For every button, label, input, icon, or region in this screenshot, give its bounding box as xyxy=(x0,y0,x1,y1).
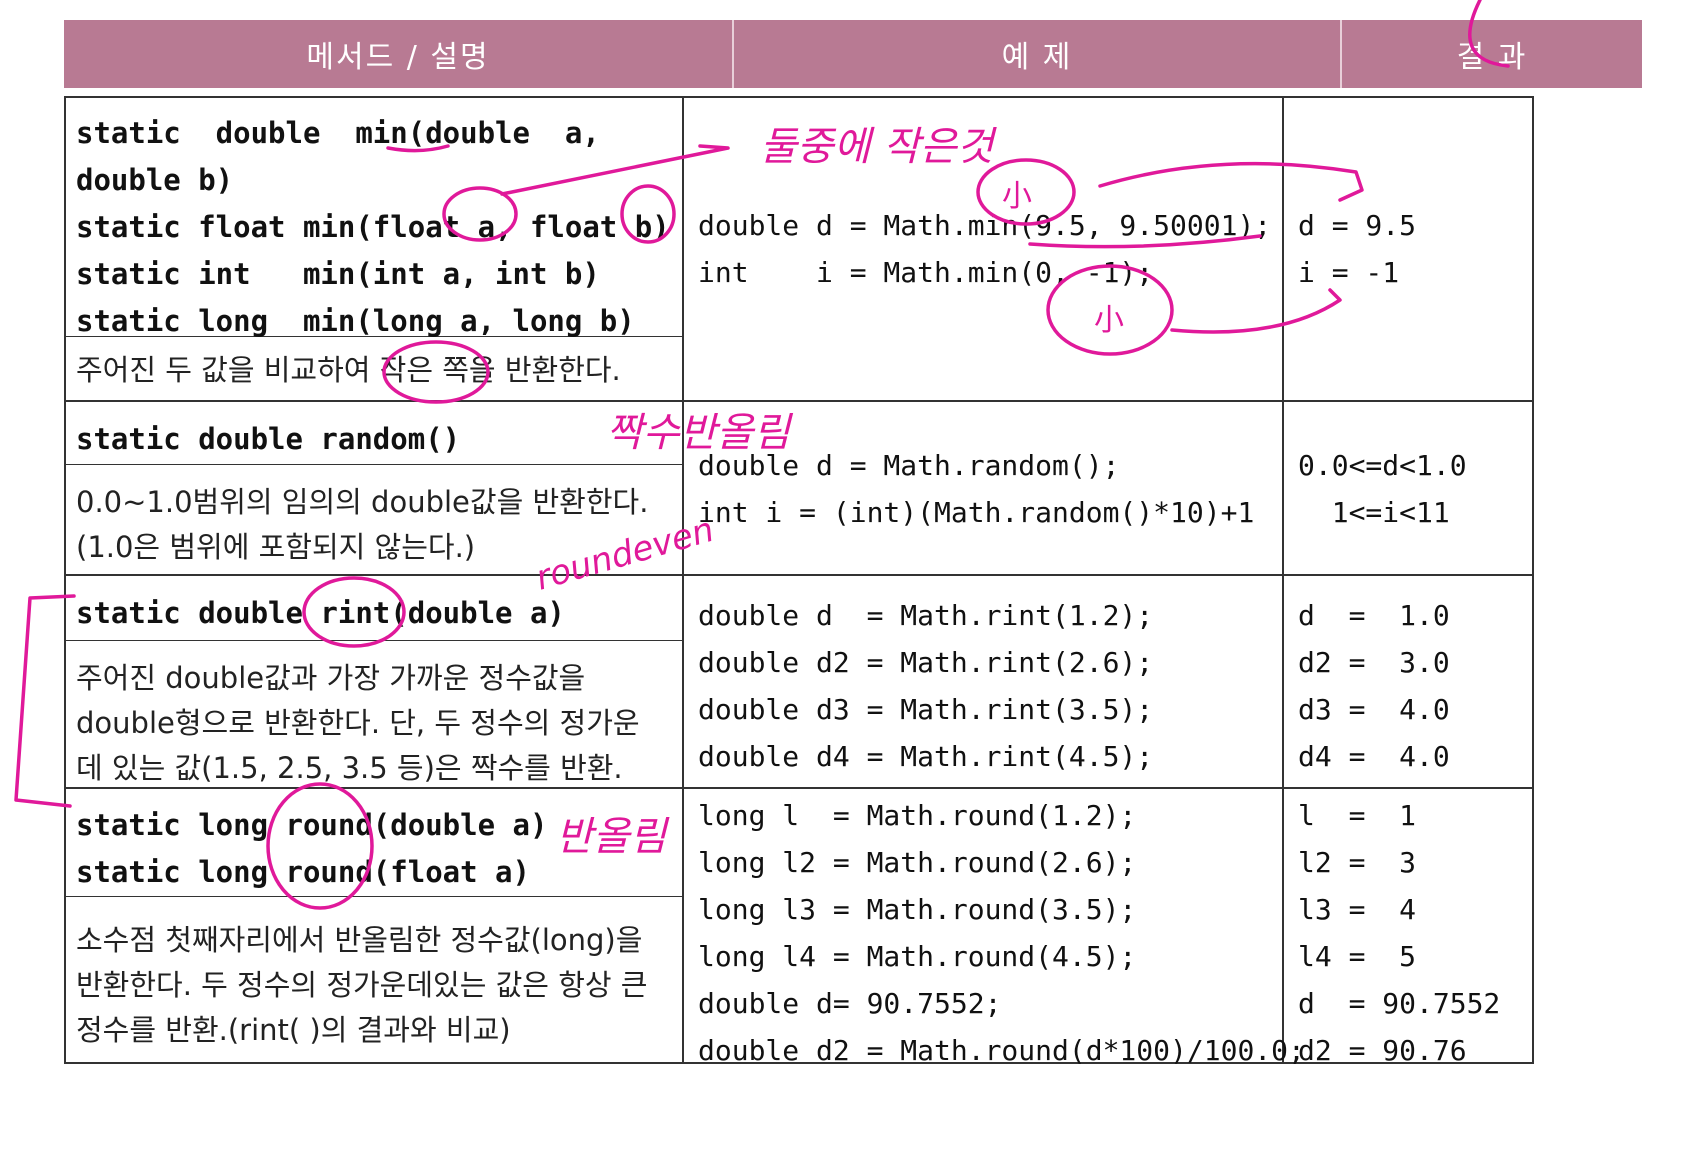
rint-description: 주어진 double값과 가장 가까운 정수값을 double형으로 반환한다.… xyxy=(76,661,640,785)
header-method-description: 메서드 / 설명 xyxy=(64,20,734,88)
round-example: long l = Math.round(1.2); long l2 = Math… xyxy=(698,799,1305,1067)
table-border-right xyxy=(1532,96,1534,1064)
rint-result: d = 1.0 d2 = 3.0 d3 = 4.0 d4 = 4.0 xyxy=(1298,599,1450,773)
sig-desc-separator-3 xyxy=(64,640,684,641)
random-result: 0.0<=d<1.0 1<=i<11 xyxy=(1298,449,1467,529)
sig-desc-separator-4 xyxy=(64,896,684,897)
random-description: 0.0~1.0범위의 임의의 double값을 반환한다. (1.0은 범위에 … xyxy=(76,485,649,564)
round-signature: static long round(double a) static long … xyxy=(76,808,548,889)
random-example: double d = Math.random(); int i = (int)(… xyxy=(698,449,1255,529)
rint-signature: static double rint(double a) xyxy=(76,596,565,630)
rint-example: double d = Math.rint(1.2); double d2 = M… xyxy=(698,599,1154,773)
random-signature: static double random() xyxy=(76,422,461,456)
round-result: l = 1 l2 = 3 l3 = 4 l4 = 5 d = 90.7552 d… xyxy=(1298,799,1501,1067)
min-example: double d = Math.min(9.5, 9.50001); int i… xyxy=(698,209,1272,289)
header-result: 결 과 xyxy=(1342,20,1642,88)
min-description: 주어진 두 값을 비교하여 작은 쪽을 반환한다. xyxy=(76,353,621,387)
round-description: 소수점 첫째자리에서 반올림한 정수값(long)을 반환한다. 두 정수의 정… xyxy=(76,923,648,1047)
header-example: 예 제 xyxy=(734,20,1342,88)
min-result: d = 9.5 i = -1 xyxy=(1298,209,1417,289)
min-signature: static double min(double a, double b) st… xyxy=(76,116,670,338)
